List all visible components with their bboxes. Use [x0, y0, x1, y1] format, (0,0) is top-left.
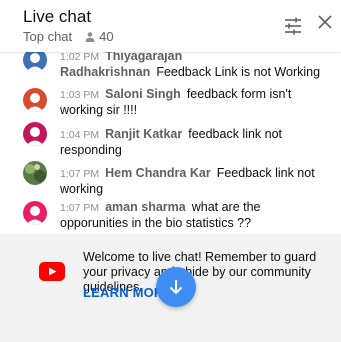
youtube-logo-icon: [39, 262, 65, 281]
chat-subheader: Top chat 40: [23, 29, 114, 44]
avatar[interactable]: [23, 201, 47, 225]
chat-mode-selector[interactable]: Top chat: [23, 29, 72, 44]
viewer-count-value: 40: [99, 29, 114, 44]
message-text: 1:02 PM Thiyagarajan Radhakrishnan Feedbac…: [60, 49, 331, 80]
scroll-to-bottom-button[interactable]: [156, 267, 196, 307]
person-icon: [85, 31, 95, 42]
arrow-down-icon: [169, 280, 183, 295]
chat-title: Live chat: [23, 7, 92, 26]
message-time: 1:03 PM: [60, 89, 100, 101]
avatar[interactable]: [23, 122, 47, 146]
message-author[interactable]: aman sharma: [105, 200, 186, 214]
message-time: 1:04 PM: [60, 129, 100, 141]
message-text: 1:03 PM Saloni Singh feedback form isn't w…: [60, 87, 331, 118]
chat-header: Live chat Top chat 40: [0, 0, 341, 52]
message-author[interactable]: Saloni Singh: [105, 87, 181, 101]
message-time: 1:02 PM: [60, 51, 100, 63]
avatar[interactable]: [23, 88, 47, 112]
message-text: 1:04 PM Ranjit Katkar feedback link not re…: [60, 127, 331, 158]
message-time: 1:07 PM: [60, 168, 100, 180]
message-author[interactable]: Ranjit Katkar: [105, 127, 182, 141]
close-icon[interactable]: [318, 15, 332, 34]
tune-icon[interactable]: [283, 16, 303, 41]
viewer-count: 40: [84, 29, 114, 44]
avatar[interactable]: [23, 161, 47, 185]
message-time: 1:07 PM: [60, 202, 100, 214]
message-body: Feedback Link is not Working: [156, 65, 321, 79]
message-author[interactable]: Hem Chandra Kar: [105, 166, 211, 180]
message-text: 1:07 PM Hem Chandra Kar Feedback link not …: [60, 166, 331, 197]
message-text: 1:07 PM aman sharma what are the opporunit…: [60, 200, 331, 231]
